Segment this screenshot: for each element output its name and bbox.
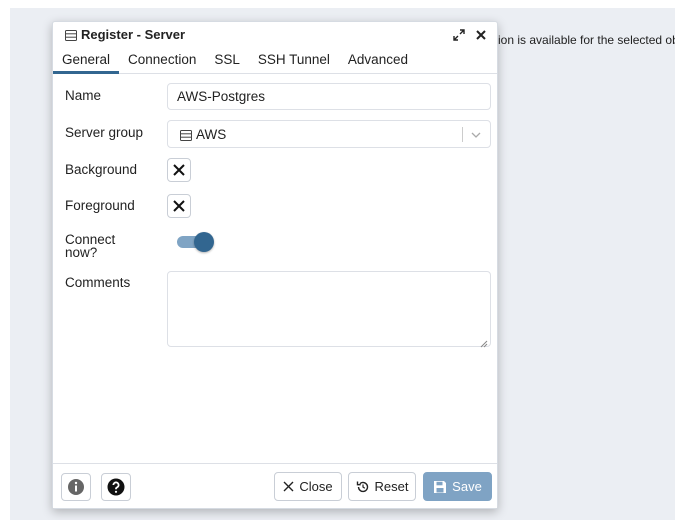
toggle-knob — [194, 232, 214, 252]
chevron-down-icon[interactable] — [470, 129, 482, 141]
foreground-color-picker[interactable] — [167, 194, 191, 218]
tab-ssl[interactable]: SSL — [205, 52, 249, 73]
tab-connection[interactable]: Connection — [119, 52, 205, 73]
connect-now-toggle[interactable] — [177, 232, 214, 252]
save-button[interactable]: Save — [423, 472, 492, 501]
server-group-select[interactable]: AWS — [167, 120, 491, 148]
tab-general[interactable]: General — [53, 52, 120, 74]
select-separator — [462, 127, 463, 142]
dialog-tabs: General Connection SSL SSH Tunnel Advanc… — [53, 47, 497, 74]
x-icon — [173, 200, 185, 212]
comments-label: Comments — [65, 275, 131, 290]
maximize-icon[interactable] — [451, 27, 467, 43]
save-icon — [433, 480, 447, 494]
name-input[interactable]: AWS-Postgres — [167, 83, 491, 110]
close-icon[interactable] — [473, 27, 489, 43]
reset-button[interactable]: Reset — [348, 472, 416, 501]
server-icon — [65, 29, 77, 41]
connect-now-label-line2: now? — [65, 245, 98, 260]
background-message: ion is available for the selected obj — [498, 33, 675, 47]
server-group-label: Server group — [65, 125, 144, 140]
tab-ssh-tunnel[interactable]: SSH Tunnel — [249, 52, 339, 73]
x-icon — [173, 164, 185, 176]
server-group-value: AWS — [196, 126, 227, 142]
foreground-label: Foreground — [65, 198, 135, 213]
save-button-label: Save — [452, 479, 482, 494]
comments-textarea[interactable] — [167, 271, 491, 348]
connect-now-label: Connect now? — [65, 233, 115, 260]
reset-icon — [356, 480, 370, 494]
dialog-titlebar[interactable]: Register - Server — [53, 22, 497, 47]
background-label: Background — [65, 162, 138, 177]
info-button[interactable] — [61, 473, 91, 501]
general-form: Name AWS-Postgres Server group AWS Backg… — [53, 74, 497, 459]
dialog-title: Register - Server — [81, 27, 186, 42]
help-button[interactable] — [101, 473, 131, 501]
background-color-picker[interactable] — [167, 158, 191, 182]
register-server-dialog: Register - Server General Connection SSL… — [52, 21, 498, 509]
resize-grip-icon[interactable] — [480, 336, 488, 348]
dialog-footer: Close Reset Save — [53, 463, 497, 508]
info-icon — [68, 479, 84, 495]
tab-advanced[interactable]: Advanced — [339, 52, 417, 73]
server-group-icon — [180, 129, 192, 141]
reset-button-label: Reset — [374, 479, 409, 494]
close-icon — [283, 481, 294, 492]
help-icon — [107, 478, 125, 496]
close-button-label: Close — [299, 479, 333, 494]
name-label: Name — [65, 88, 102, 103]
close-button[interactable]: Close — [274, 472, 342, 501]
